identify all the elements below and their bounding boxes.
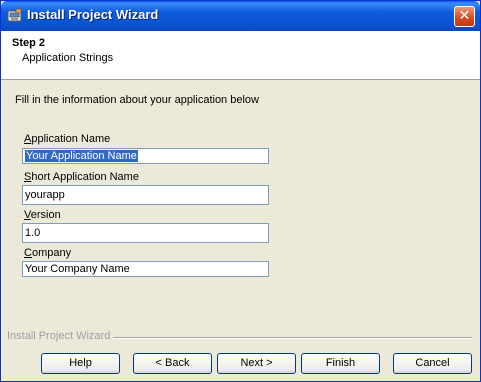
wizard-header: Step 2 Application Strings [1, 31, 480, 80]
step-subtitle: Application Strings [22, 52, 114, 64]
company-label: Company [24, 247, 72, 259]
application-name-label-rest: pplication Name [31, 133, 111, 145]
short-application-name-input[interactable]: yourapp [22, 185, 269, 205]
company-input[interactable]: Your Company Name [22, 261, 269, 277]
version-input[interactable]: 1.0 [22, 223, 269, 243]
company-value: Your Company Name [25, 263, 130, 275]
step-title: Step 2 [12, 37, 46, 49]
help-button[interactable]: Help [41, 353, 120, 374]
title-bar[interactable]: Install Project Wizard ✕ [1, 1, 480, 31]
version-label-rest: ersion [30, 209, 61, 221]
application-name-label: Application Name [24, 133, 111, 145]
cancel-button[interactable]: Cancel [393, 353, 472, 374]
next-button[interactable]: Next > [217, 353, 296, 374]
short-application-name-value: yourapp [25, 189, 65, 201]
finish-button[interactable]: Finish [301, 353, 380, 374]
installer-icon [7, 8, 23, 24]
window-title: Install Project Wizard [27, 7, 159, 22]
short-application-name-label: Short Application Name [24, 171, 139, 183]
application-name-input[interactable]: Your Application Name [22, 148, 269, 164]
application-name-value: Your Application Name [25, 150, 138, 162]
wizard-window: Install Project Wizard ✕ Step 2 Applicat… [0, 0, 481, 382]
short-application-name-label-rest: hort Application Name [31, 171, 139, 183]
separator-line [113, 337, 472, 339]
company-label-rest: ompany [31, 247, 72, 259]
instructions-text: Fill in the information about your appli… [15, 94, 259, 106]
version-value: 1.0 [25, 227, 41, 239]
version-label: Version [24, 209, 61, 221]
separator-label: Install Project Wizard [7, 330, 111, 342]
close-icon: ✕ [458, 8, 471, 24]
close-button[interactable]: ✕ [454, 6, 475, 27]
back-button[interactable]: < Back [133, 353, 212, 374]
